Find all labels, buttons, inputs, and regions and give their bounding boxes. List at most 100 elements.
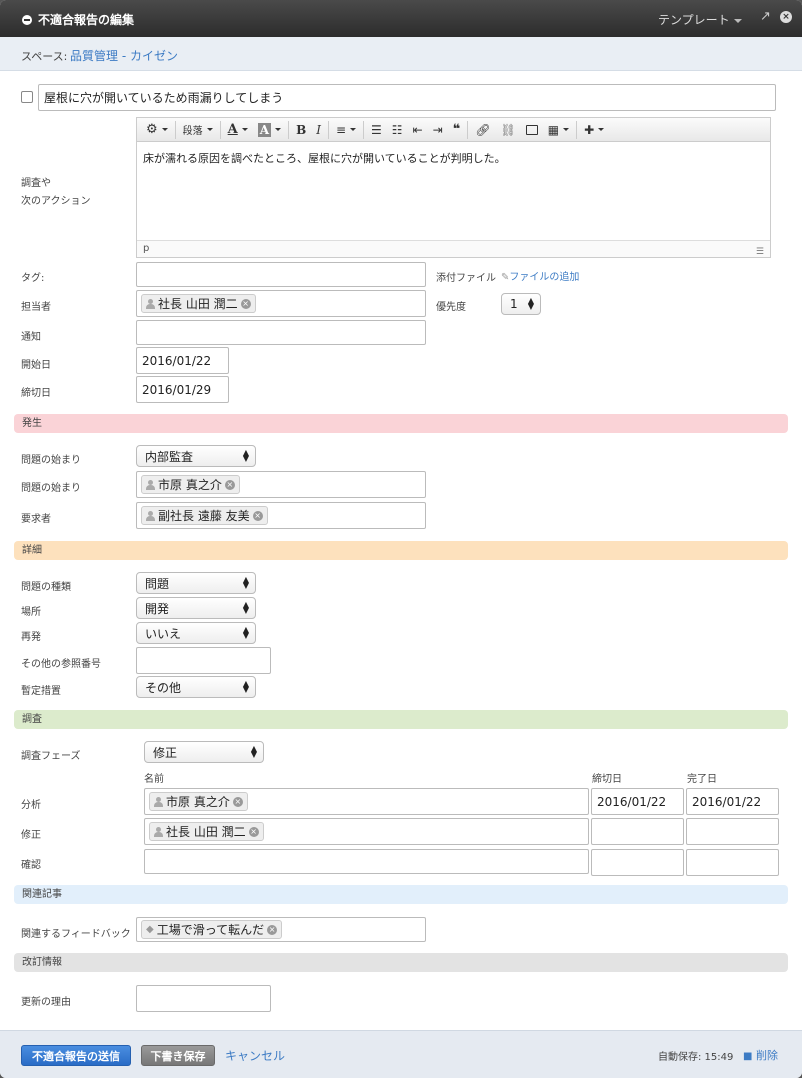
correction-name-input[interactable]: 社長 山田 潤二 × — [144, 818, 589, 845]
link-button[interactable]: 🔗︎ — [470, 120, 495, 140]
plugin-dropdown[interactable]: ✚ — [579, 120, 609, 140]
collapse-icon[interactable] — [22, 14, 32, 25]
tags-input[interactable] — [136, 262, 426, 287]
type-select[interactable]: 問題 ▲ ▼ — [136, 572, 256, 594]
due-date-input[interactable]: 2016/01/29 — [136, 376, 229, 403]
section-occurrence: 発生 — [14, 414, 788, 433]
editor-content[interactable]: 床が濡れる原因を調べたところ、屋根に穴が開いていることが判明した。 — [143, 150, 506, 166]
delete-link[interactable]: ■ 削除 — [743, 1047, 778, 1063]
interim-select[interactable]: その他 ▲ ▼ — [136, 676, 256, 698]
delete-label: 削除 — [755, 1049, 778, 1062]
updown-icon: ▲ ▼ — [242, 679, 249, 694]
analysis-done-input[interactable]: 2016/01/22 — [686, 788, 779, 815]
paragraph-dropdown[interactable]: 段落 — [178, 120, 218, 140]
add-file-label: ファイルの追加 — [509, 272, 580, 283]
bullet-list-button[interactable]: ☰ — [366, 120, 387, 140]
cancel-link[interactable]: キャンセル — [225, 1047, 285, 1064]
settings-dropdown[interactable]: ⚙ — [141, 120, 173, 140]
assignee-input[interactable]: 社長 山田 潤二 × — [136, 290, 426, 317]
origin-value: 内部監査 — [145, 449, 194, 464]
quote-button[interactable]: ❝ — [448, 120, 466, 140]
person-icon — [146, 510, 155, 521]
feedback-input[interactable]: ◆ 工場で滑って転んだ × — [136, 917, 426, 942]
place-label: 場所 — [21, 607, 41, 618]
bold-button[interactable]: B — [291, 120, 311, 140]
analysis-name-input[interactable]: 市原 真之介 × — [144, 788, 589, 815]
assignee-chip: 社長 山田 潤二 × — [141, 294, 256, 313]
verification-name-input[interactable] — [144, 849, 589, 874]
ref-input[interactable] — [136, 647, 271, 674]
remove-chip-icon[interactable]: × — [252, 510, 263, 521]
unlink-icon: ⛓ — [500, 122, 516, 137]
analysis-chip: 市原 真之介 × — [149, 792, 248, 811]
image-button[interactable] — [521, 120, 543, 140]
font-color-dropdown[interactable]: A — [223, 120, 253, 140]
start-date-value: 2016/01/22 — [142, 353, 212, 368]
analysis-due-input[interactable]: 2016/01/22 — [591, 788, 684, 815]
recur-select[interactable]: いいえ ▲ ▼ — [136, 622, 256, 644]
origin-person-chip-label: 市原 真之介 — [158, 478, 222, 492]
updown-icon: ▲ ▼ — [242, 625, 249, 640]
template-menu[interactable]: テンプレート — [658, 11, 742, 28]
reason-input[interactable] — [136, 985, 271, 1012]
table-dropdown[interactable]: ▦ — [543, 120, 574, 140]
origin-select[interactable]: 内部監査 ▲ ▼ — [136, 445, 256, 467]
tags-label: タグ: — [21, 273, 45, 284]
unlink-button[interactable]: ⛓ — [496, 120, 521, 140]
requester-input[interactable]: 副社長 遠藤 友美 × — [136, 502, 426, 529]
due-date-label: 締切日 — [21, 388, 51, 399]
verification-due-input[interactable] — [591, 849, 684, 876]
submit-button[interactable]: 不適合報告の送信 — [21, 1045, 131, 1066]
assignee-chip-label: 社長 山田 潤二 — [158, 297, 238, 311]
correction-done-input[interactable] — [686, 818, 779, 845]
bg-color-dropdown[interactable]: A — [253, 120, 286, 140]
phase-select[interactable]: 修正 ▲ ▼ — [144, 741, 264, 763]
resize-grip-icon[interactable]: ☰ — [756, 244, 764, 260]
priority-select[interactable]: 1 ▲ ▼ — [501, 293, 541, 315]
outdent-button[interactable]: ⇤ — [408, 120, 428, 140]
analysis-due-value: 2016/01/22 — [597, 794, 667, 809]
close-icon[interactable]: × — [780, 11, 792, 23]
origin-person-label: 問題の始まり — [21, 483, 81, 494]
verification-done-input[interactable] — [686, 849, 779, 876]
numbered-list-button[interactable]: ☷ — [387, 120, 408, 140]
remove-chip-icon[interactable]: × — [248, 826, 259, 837]
align-dropdown[interactable]: ≡ — [331, 120, 361, 140]
space-bar: スペース: 品質管理 - カイゼン — [0, 37, 802, 71]
subject-checkbox[interactable] — [21, 91, 33, 103]
remove-chip-icon[interactable]: × — [232, 796, 243, 807]
expand-icon[interactable]: ↗ — [760, 9, 771, 24]
edit-dialog: 不適合報告の編集 テンプレート ↗ × スペース: 品質管理 - カイゼン 屋根… — [0, 0, 802, 1078]
editor-label-1: 調査や — [21, 178, 51, 189]
indent-button[interactable]: ⇥ — [428, 120, 448, 140]
rich-text-editor[interactable]: ⚙ 段落 A A B I ≡ ☰ ☷ ⇤ ⇥ ❝ 🔗︎ ⛓ ▦ ✚ 床が濡れる原… — [136, 117, 771, 258]
col-done-header: 完了日 — [687, 774, 717, 785]
remove-chip-icon[interactable]: × — [224, 479, 235, 490]
correction-chip: 社長 山田 潤二 × — [149, 822, 264, 841]
priority-label: 優先度 — [436, 302, 466, 313]
section-investigation: 調査 — [14, 710, 788, 729]
indent-icon: ⇥ — [432, 122, 443, 137]
feedback-label: 関連するフィードバック — [21, 929, 131, 940]
remove-chip-icon[interactable]: × — [267, 924, 278, 935]
add-file-link[interactable]: ✎ファイルの追加 — [501, 268, 579, 283]
place-select[interactable]: 開発 ▲ ▼ — [136, 597, 256, 619]
correction-due-input[interactable] — [591, 818, 684, 845]
save-draft-button[interactable]: 下書き保存 — [141, 1045, 215, 1066]
subject-input[interactable]: 屋根に穴が開いているため雨漏りしてしまう — [38, 84, 776, 111]
feedback-chip: ◆ 工場で滑って転んだ × — [141, 920, 283, 939]
notify-input[interactable] — [136, 320, 426, 345]
start-date-input[interactable]: 2016/01/22 — [136, 347, 229, 374]
space-link[interactable]: 品質管理 - カイゼン — [70, 47, 178, 64]
person-icon — [154, 796, 163, 807]
person-icon — [154, 826, 163, 837]
remove-chip-icon[interactable]: × — [240, 298, 251, 309]
type-label: 問題の種類 — [21, 582, 71, 593]
origin-person-input[interactable]: 市原 真之介 × — [136, 471, 426, 498]
requester-label: 要求者 — [21, 514, 51, 525]
phase-value: 修正 — [153, 745, 178, 760]
start-date-label: 開始日 — [21, 360, 51, 371]
bullet-list-icon: ☰ — [371, 122, 382, 137]
type-value: 問題 — [145, 576, 170, 591]
italic-button[interactable]: I — [311, 120, 326, 140]
